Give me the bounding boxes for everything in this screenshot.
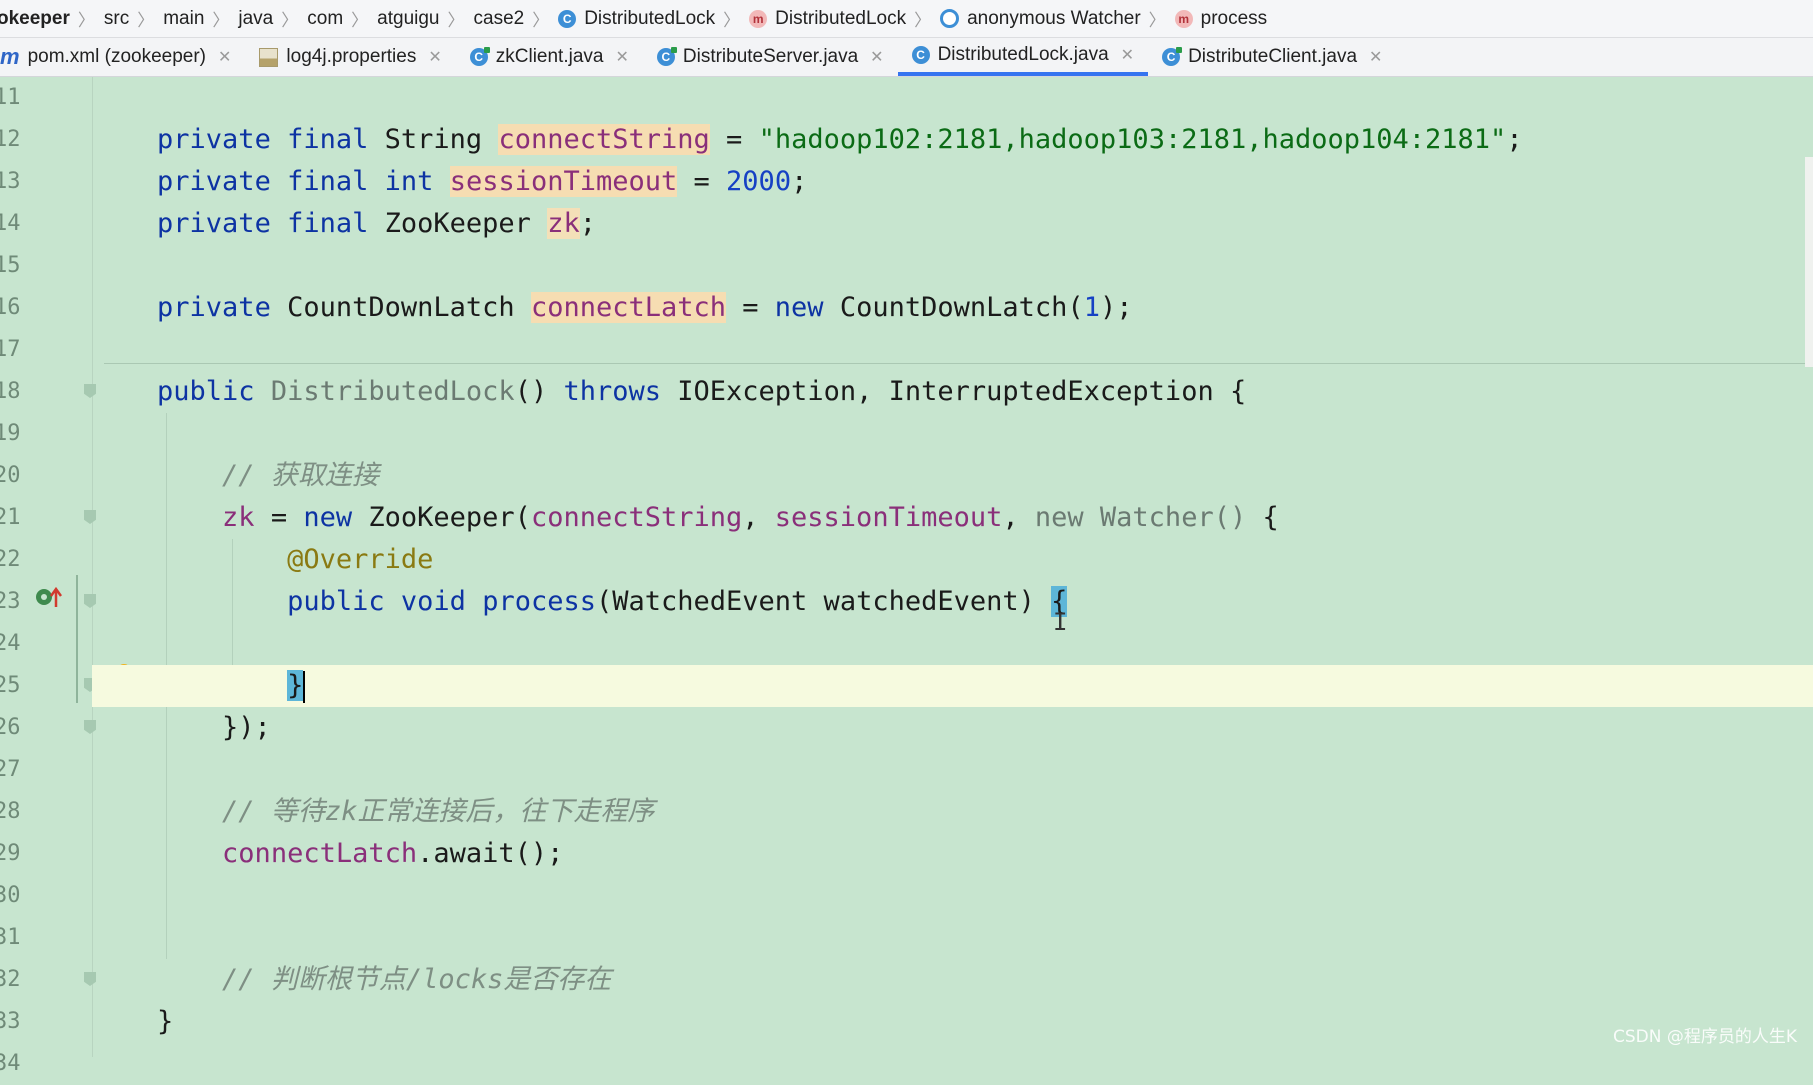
line-number: 14: [0, 211, 21, 236]
tab-distributedlock-java[interactable]: C DistributedLock.java ✕: [897, 38, 1149, 76]
scrollbar[interactable]: [1805, 157, 1813, 367]
breadcrumb-separator: 〉: [723, 11, 741, 30]
tab-log4j-properties[interactable]: log4j.properties ✕: [245, 38, 455, 76]
close-icon[interactable]: ✕: [428, 47, 441, 67]
line-number: 21: [0, 505, 21, 530]
code-line[interactable]: private CountDownLatch connectLatch = ne…: [92, 287, 1813, 329]
breadcrumb-separator: 〉: [77, 11, 95, 30]
line-number: 22: [0, 547, 21, 572]
breadcrumb-separator: 〉: [532, 11, 550, 30]
close-icon[interactable]: ✕: [870, 47, 883, 67]
navigation-breadcrumb: okeeper 〉 src 〉 main 〉 java 〉 com 〉 atgu…: [0, 0, 1813, 38]
tab-zkclient-java[interactable]: C zkClient.java ✕: [456, 38, 643, 76]
close-icon[interactable]: ✕: [615, 47, 628, 67]
code-line[interactable]: // 等待zk正常连接后，往下走程序: [92, 791, 1813, 833]
editor-tab-bar: m pom.xml (zookeeper) ✕ log4j.properties…: [0, 38, 1813, 77]
breadcrumb-item-constructor[interactable]: m DistributedLock: [749, 8, 906, 30]
line-number: 20: [0, 463, 21, 488]
maven-icon: m: [0, 44, 20, 69]
scope-bar: [76, 575, 78, 703]
code-line[interactable]: @Override: [92, 539, 1813, 581]
breadcrumb-item-atguigu[interactable]: atguigu: [377, 8, 439, 30]
close-icon[interactable]: ✕: [218, 47, 231, 67]
code-line[interactable]: private final int sessionTimeout = 2000;: [92, 161, 1813, 203]
breadcrumb-item-project[interactable]: okeeper: [0, 8, 70, 30]
line-number: 11: [0, 85, 21, 110]
tab-pom-xml[interactable]: m pom.xml (zookeeper) ✕: [0, 38, 245, 76]
code-line[interactable]: });: [92, 707, 1813, 749]
java-class-icon: C: [656, 47, 677, 66]
java-class-icon: C: [911, 46, 930, 64]
line-number: 24: [0, 631, 21, 656]
line-number-gutter[interactable]: 11 12 13 14 15 16 17 18 19 20 21 22 23 2…: [0, 77, 131, 1076]
method-icon: m: [1174, 9, 1193, 28]
code-line[interactable]: public DistributedLock() throws IOExcept…: [92, 371, 1813, 413]
line-number: 12: [0, 127, 21, 152]
line-number: 26: [0, 715, 21, 740]
line-number: 25: [0, 673, 21, 698]
tab-distributeserver-java[interactable]: C DistributeServer.java ✕: [643, 38, 898, 76]
line-number: 15: [0, 253, 21, 278]
mouse-ibeam-cursor-icon: I: [1053, 608, 1068, 636]
code-editor[interactable]: 11 12 13 14 15 16 17 18 19 20 21 22 23 2…: [0, 77, 1813, 1076]
breadcrumb-item-com[interactable]: com: [307, 8, 343, 30]
class-icon: C: [558, 9, 577, 28]
breadcrumb-separator: 〉: [914, 11, 932, 30]
line-number: 16: [0, 295, 21, 320]
code-area[interactable]: private final String connectString = "ha…: [92, 77, 1813, 1057]
method-separator: [104, 363, 1813, 364]
code-line[interactable]: private final ZooKeeper zk;: [92, 203, 1813, 245]
breadcrumb-item-java[interactable]: java: [238, 8, 273, 30]
current-code-line[interactable]: }: [92, 665, 1813, 707]
code-line[interactable]: connectLatch.await();: [92, 833, 1813, 875]
code-line[interactable]: private final String connectString = "ha…: [92, 119, 1813, 161]
line-number: 23: [0, 589, 21, 614]
breadcrumb-item-src[interactable]: src: [104, 8, 129, 30]
breadcrumb-item-main[interactable]: main: [163, 8, 204, 30]
breadcrumb-item-anonymous-watcher[interactable]: oanonymous Watcher: [940, 8, 1141, 30]
line-number: 34: [0, 1051, 21, 1076]
properties-file-icon: [259, 47, 279, 67]
code-line[interactable]: }: [92, 1001, 1813, 1043]
line-number: 29: [0, 841, 21, 866]
breadcrumb-item-case2[interactable]: case2: [474, 8, 525, 30]
text-caret: [303, 670, 306, 703]
anonymous-class-icon: o: [940, 9, 960, 28]
line-number: 28: [0, 799, 21, 824]
line-number: 32: [0, 967, 21, 992]
override-method-icon[interactable]: [34, 585, 62, 609]
breadcrumb-separator: 〉: [137, 11, 155, 30]
breadcrumb-separator: 〉: [212, 11, 230, 30]
line-number: 33: [0, 1009, 21, 1034]
line-number: 27: [0, 757, 21, 782]
code-line[interactable]: zk = new ZooKeeper(connectString, sessio…: [92, 497, 1813, 539]
java-class-icon: C: [1162, 47, 1183, 66]
line-number: 31: [0, 925, 21, 950]
breadcrumb-separator: 〉: [351, 11, 369, 30]
breadcrumb-separator: 〉: [281, 11, 299, 30]
line-number: 30: [0, 883, 21, 908]
line-number: 19: [0, 421, 21, 446]
code-line[interactable]: public void process(WatchedEvent watched…: [92, 581, 1813, 623]
close-icon[interactable]: ✕: [1121, 45, 1134, 65]
code-line[interactable]: // 判断根节点/locks是否存在: [92, 959, 1813, 1001]
watermark: CSDN @程序员的人生K: [1612, 1027, 1797, 1047]
method-icon: m: [749, 9, 768, 28]
breadcrumb-item-class[interactable]: C DistributedLock: [558, 8, 715, 30]
breadcrumb-separator: 〉: [1148, 11, 1166, 30]
line-number: 17: [0, 337, 21, 362]
close-icon[interactable]: ✕: [1369, 47, 1382, 67]
breadcrumb-separator: 〉: [447, 11, 465, 30]
code-line[interactable]: // 获取连接: [92, 455, 1813, 497]
tab-distributeclient-java[interactable]: C DistributeClient.java ✕: [1148, 38, 1396, 76]
line-number: 13: [0, 169, 21, 194]
line-number: 18: [0, 379, 21, 404]
java-class-icon: C: [469, 47, 490, 66]
breadcrumb-item-process[interactable]: m process: [1174, 8, 1267, 30]
